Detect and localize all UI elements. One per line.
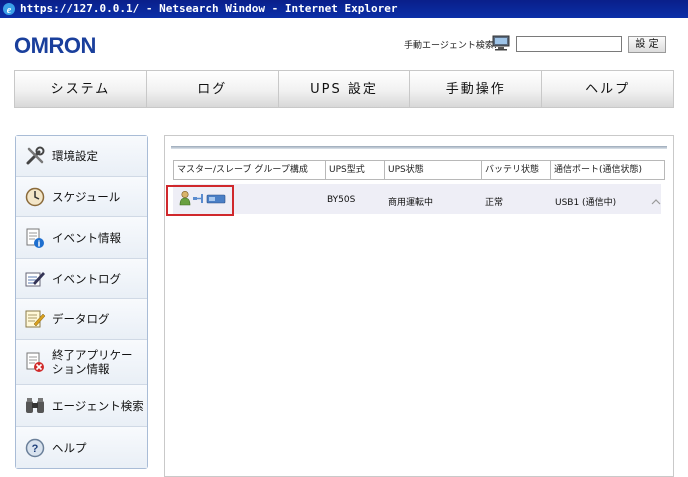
svg-text:?: ? — [32, 443, 39, 455]
window-titlebar: e https://127.0.0.1/ - Netsearch Window … — [0, 0, 688, 18]
sidebar-item-label: スケジュール — [52, 189, 121, 204]
agent-search-label: 手動エージェント検索: — [404, 41, 497, 51]
omron-logo: OMRON — [14, 33, 96, 58]
window-title: https://127.0.0.1/ - Netsearch Window - … — [20, 2, 398, 15]
ups-model-cell: BY50S — [327, 195, 356, 205]
sidebar-item-help[interactable]: ? ヘルプ — [16, 427, 147, 468]
ie-icon: e — [2, 2, 16, 16]
log-edit-icon — [24, 268, 46, 290]
computer-icon — [492, 35, 510, 51]
sidebar-item-label: エージェント検索 — [52, 398, 144, 413]
sidebar-item-label-line1: 終了アプリケー — [52, 348, 133, 362]
svg-text:i: i — [38, 239, 41, 248]
main-panel: マスター/スレーブ グループ構成 UPS型式 UPS状態 バッテリ状態 通信ポー… — [164, 135, 674, 477]
data-log-icon — [24, 308, 46, 330]
sidebar-item-label: イベント情報 — [52, 230, 121, 245]
table-header: マスター/スレーブ グループ構成 UPS型式 UPS状態 バッテリ状態 通信ポー… — [173, 160, 665, 180]
sidebar-item-event-info[interactable]: i イベント情報 — [16, 217, 147, 259]
sidebar-item-agent-search[interactable]: エージェント検索 — [16, 385, 147, 427]
col-comm-port: 通信ポート(通信状態) — [554, 165, 643, 175]
battery-status-cell: 正常 — [485, 198, 504, 208]
sidebar-item-data-log[interactable]: データログ — [16, 299, 147, 340]
col-ups-status: UPS状態 — [385, 161, 482, 179]
sidebar-item-label: 環境設定 — [52, 149, 98, 163]
agent-search-input[interactable] — [516, 36, 622, 52]
col-ups-model: UPS型式 — [326, 161, 385, 179]
tab-help[interactable]: ヘルプ — [542, 71, 673, 107]
sidebar: 環境設定 スケジュール i イベント情報 イベントログ データログ 終了アプリケ… — [15, 135, 148, 469]
sidebar-item-label: データログ — [52, 312, 110, 326]
ups-status-cell: 商用運転中 — [388, 198, 434, 208]
tab-log[interactable]: ログ — [146, 71, 279, 107]
document-info-icon: i — [24, 227, 46, 249]
binoculars-icon — [24, 395, 46, 417]
sidebar-item-label-line2: ション情報 — [52, 362, 110, 376]
sidebar-item-label: 終了アプリケー ション情報 — [52, 348, 133, 376]
comm-port-cell: USB1 (通信中) — [555, 198, 617, 208]
sidebar-item-schedule[interactable]: スケジュール — [16, 177, 147, 217]
sidebar-item-environment-settings[interactable]: 環境設定 — [16, 136, 147, 177]
clock-icon — [24, 186, 46, 208]
highlight-box — [166, 185, 234, 216]
main-nav: システム ログ UPS 設定 手動操作 ヘルプ — [14, 70, 674, 108]
sidebar-item-shutdown-app-info[interactable]: 終了アプリケー ション情報 — [16, 340, 147, 385]
chevron-up-icon[interactable] — [651, 192, 661, 205]
panel-divider — [171, 146, 667, 149]
tab-ups-settings[interactable]: UPS 設定 — [278, 71, 411, 107]
sidebar-item-label: イベントログ — [52, 271, 121, 286]
sidebar-item-label: ヘルプ — [52, 440, 87, 455]
tools-icon — [24, 145, 46, 167]
agent-search-submit-button[interactable]: 設 定 — [628, 36, 666, 53]
table-row[interactable]: BY50S 商用運転中 正常 USB1 (通信中) — [173, 184, 661, 214]
col-group-config: マスター/スレーブ グループ構成 — [174, 161, 326, 179]
help-icon: ? — [24, 437, 46, 459]
sidebar-item-event-log[interactable]: イベントログ — [16, 259, 147, 299]
svg-text:e: e — [7, 5, 12, 16]
document-close-icon — [24, 351, 46, 373]
tab-manual-operation[interactable]: 手動操作 — [410, 71, 543, 107]
col-battery-status: バッテリ状態 — [482, 161, 551, 179]
tab-system[interactable]: システム — [15, 71, 147, 107]
